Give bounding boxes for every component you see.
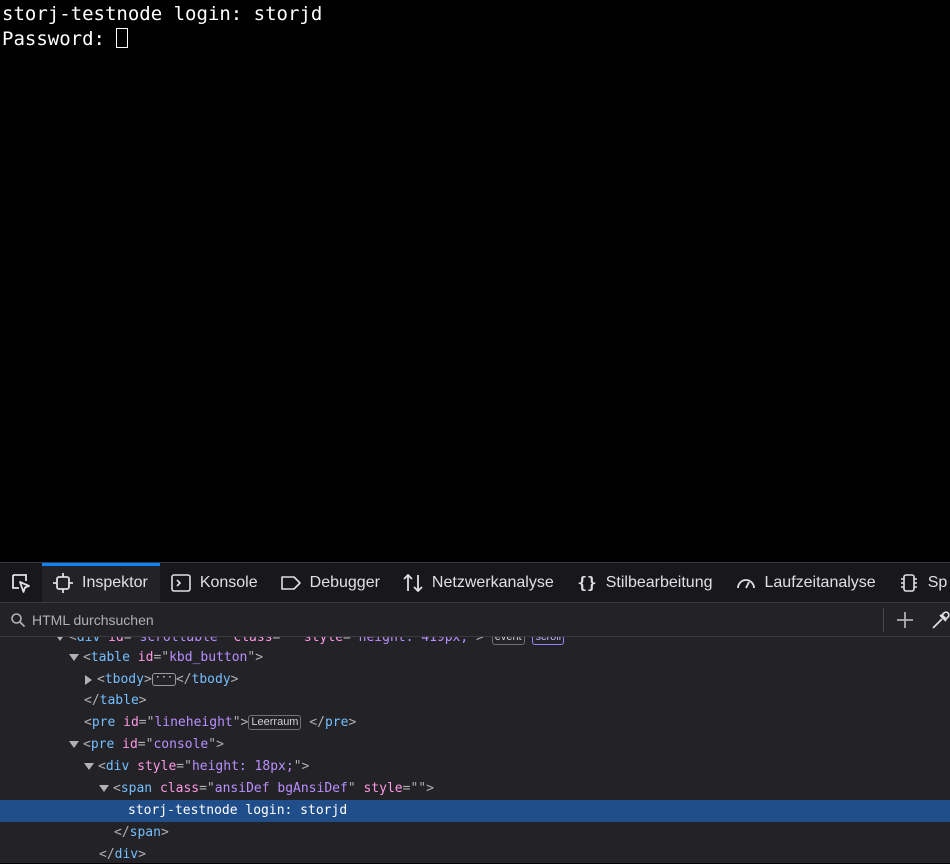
tab-label: Netzwerkanalyse: [431, 573, 554, 591]
attr-value: height: 18px;: [191, 759, 294, 774]
debugger-icon: [280, 575, 301, 590]
attr-value: lineheight: [154, 715, 233, 730]
dom-tree[interactable]: <div id="scrollable" class="" style="hei…: [0, 637, 950, 864]
tag-name: div: [76, 637, 101, 645]
tab-netzwerkanalyse[interactable]: Netzwerkanalyse: [392, 563, 566, 602]
twisty-open-icon[interactable]: [84, 763, 94, 770]
text-node: storj-testnode login: storjd: [128, 803, 348, 818]
attr-value: scrollable: [139, 637, 218, 645]
tab-label: Inspektor: [82, 573, 148, 591]
tree-row-pre-lineheight[interactable]: <pre id="lineheight"> Leerraum </pre>: [0, 712, 950, 734]
tree-row-table[interactable]: <table id="kbd_button">: [0, 647, 950, 669]
tag-name: div: [105, 759, 130, 774]
tag-name: span: [129, 825, 161, 840]
attr-name: id: [122, 737, 138, 752]
tab-label: Debugger: [309, 573, 380, 591]
terminal-screen[interactable]: storj-testnode login: storjd Password:: [0, 0, 950, 562]
tab-stilbearbeitung[interactable]: {} Stilbearbeitung: [566, 563, 725, 602]
attr-name: class: [233, 637, 273, 645]
collapsed-children-icon[interactable]: ···: [151, 673, 176, 686]
attr-value: kbd_button: [169, 650, 248, 665]
console-icon: [171, 573, 191, 592]
password-label: Password:: [2, 28, 117, 50]
element-picker-icon: [12, 573, 30, 593]
html-search-input[interactable]: [30, 610, 854, 629]
twisty-open-icon[interactable]: [99, 785, 109, 792]
tree-row-div-close[interactable]: </div>: [0, 844, 950, 864]
tab-label: Konsole: [199, 573, 258, 591]
terminal-login-line: storj-testnode login: storjd: [2, 3, 323, 25]
attr-name: style: [303, 637, 343, 645]
tab-debugger[interactable]: Debugger: [270, 563, 392, 602]
style-editor-icon: {}: [577, 573, 596, 592]
add-node-icon[interactable]: [894, 609, 916, 631]
twisty-open-icon[interactable]: [69, 741, 79, 748]
inspector-icon: [53, 572, 73, 593]
tab-label: Sp: [927, 573, 948, 591]
tab-label: Stilbearbeitung: [605, 573, 713, 591]
twisty-open-icon[interactable]: [69, 654, 79, 661]
terminal-cursor: [116, 28, 129, 48]
tag-name: div: [114, 847, 139, 862]
devtools-toolbar: Inspektor Konsole Debugger Netzwerkanaly…: [0, 563, 950, 603]
event-badge[interactable]: event: [491, 637, 525, 645]
tree-row-tbody[interactable]: <tbody> ··· </tbody>: [0, 669, 950, 691]
search-icon: [11, 612, 26, 627]
tree-row-span-close[interactable]: </span>: [0, 822, 950, 844]
attr-value: ansiDef bgAnsiDef: [214, 781, 348, 796]
attr-name: id: [108, 637, 124, 645]
tag-name: table: [90, 650, 130, 665]
memory-icon: [900, 573, 917, 592]
tab-konsole[interactable]: Konsole: [160, 563, 270, 602]
tab-inspektor[interactable]: Inspektor: [42, 563, 160, 602]
terminal-password-line: Password:: [2, 27, 950, 52]
attr-name: style: [363, 781, 403, 796]
tree-row-pre-console[interactable]: <pre id="console">: [0, 734, 950, 756]
twisty-open-icon[interactable]: [55, 637, 65, 641]
tag-name: pre: [90, 737, 115, 752]
tag-name: tbody: [191, 672, 231, 687]
performance-icon: [736, 578, 755, 588]
tree-row-table-close[interactable]: </table>: [0, 690, 950, 712]
tab-speicher[interactable]: Sp: [888, 563, 950, 602]
tag-name: pre: [324, 715, 349, 730]
whitespace-badge[interactable]: Leerraum: [248, 715, 302, 730]
devtools-panel: Inspektor Konsole Debugger Netzwerkanaly…: [0, 562, 950, 863]
tree-row-text-selected[interactable]: storj-testnode login: storjd: [0, 800, 950, 822]
attr-name: class: [159, 781, 200, 796]
tab-laufzeitanalyse[interactable]: Laufzeitanalyse: [725, 563, 888, 602]
eyedropper-icon[interactable]: [930, 609, 950, 631]
twisty-closed-icon[interactable]: [85, 674, 92, 685]
attr-value: height: 419px;: [358, 637, 469, 645]
attr-name: id: [123, 715, 139, 730]
tab-label: Laufzeitanalyse: [764, 573, 876, 591]
tag-name: pre: [91, 715, 116, 730]
svg-text:{}: {}: [577, 573, 596, 592]
html-search-bar: [0, 603, 950, 637]
attr-name: style: [137, 759, 177, 774]
tree-row-span[interactable]: <span class="ansiDef bgAnsiDef" style=""…: [0, 778, 950, 800]
tag-name: tbody: [104, 672, 144, 687]
scroll-badge[interactable]: scroll: [532, 637, 565, 645]
network-icon: [403, 573, 423, 592]
attr-name: id: [137, 650, 154, 665]
tag-name: span: [120, 781, 153, 796]
element-picker-button[interactable]: [0, 563, 42, 602]
toolbar-separator: [883, 608, 884, 632]
attr-value: console: [153, 737, 209, 752]
tree-row-div[interactable]: <div style="height: 18px;">: [0, 756, 950, 778]
tag-name: table: [99, 693, 139, 708]
